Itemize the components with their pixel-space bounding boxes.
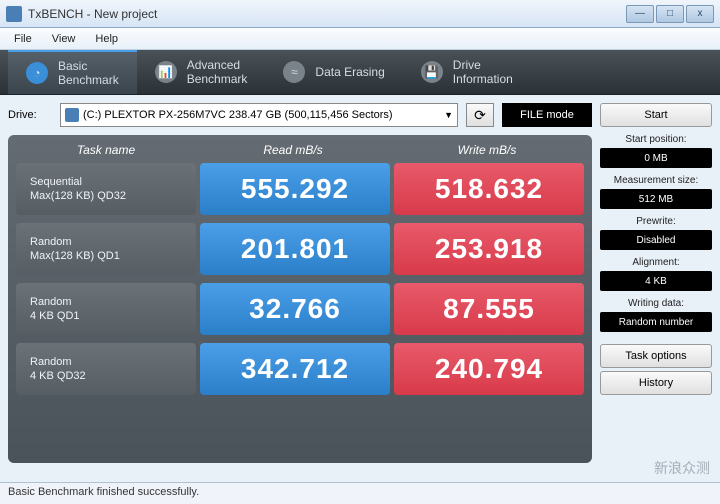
header-read: Read mB/s — [196, 143, 390, 157]
file-mode-button[interactable]: FILE mode — [502, 103, 592, 127]
drive-selector-row: Drive: (C:) PLEXTOR PX-256M7VC 238.47 GB… — [8, 103, 592, 127]
menu-view[interactable]: View — [42, 31, 86, 47]
task-cell-random-4kb-qd1[interactable]: Random4 KB QD1 — [16, 283, 196, 335]
result-row: Random4 KB QD1 32.766 87.555 — [16, 283, 584, 335]
tab-bar: ◔ BasicBenchmark 📊 AdvancedBenchmark ≈ D… — [0, 50, 720, 95]
writing-data-value[interactable]: Random number — [600, 312, 712, 332]
history-button[interactable]: History — [600, 371, 712, 395]
titlebar: TxBENCH - New project — □ x — [0, 0, 720, 28]
header-task: Task name — [16, 143, 196, 157]
result-row: Random4 KB QD32 342.712 240.794 — [16, 343, 584, 395]
read-value: 555.292 — [200, 163, 390, 215]
wave-icon: ≈ — [283, 61, 305, 83]
drive-label: Drive: — [8, 109, 52, 121]
write-value: 87.555 — [394, 283, 584, 335]
alignment-label: Alignment: — [600, 257, 712, 268]
menubar: File View Help — [0, 28, 720, 50]
tab-basic-benchmark[interactable]: ◔ BasicBenchmark — [8, 50, 137, 94]
stopwatch-icon: ◔ — [26, 62, 48, 84]
tab-drive-information[interactable]: 💾 DriveInformation — [403, 50, 531, 94]
start-position-value[interactable]: 0 MB — [600, 148, 712, 168]
content: Drive: (C:) PLEXTOR PX-256M7VC 238.47 GB… — [0, 95, 720, 479]
close-button[interactable]: x — [686, 5, 714, 23]
tab-label: DriveInformation — [453, 58, 513, 87]
tab-advanced-benchmark[interactable]: 📊 AdvancedBenchmark — [137, 50, 266, 94]
task-cell-random-128kb[interactable]: RandomMax(128 KB) QD1 — [16, 223, 196, 275]
start-position-label: Start position: — [600, 134, 712, 145]
prewrite-label: Prewrite: — [600, 216, 712, 227]
refresh-button[interactable]: ⟳ — [466, 103, 494, 127]
measurement-size-value[interactable]: 512 MB — [600, 189, 712, 209]
chart-icon: 📊 — [155, 61, 177, 83]
write-value: 518.632 — [394, 163, 584, 215]
drive-select[interactable]: (C:) PLEXTOR PX-256M7VC 238.47 GB (500,1… — [60, 103, 458, 127]
result-row: SequentialMax(128 KB) QD32 555.292 518.6… — [16, 163, 584, 215]
result-row: RandomMax(128 KB) QD1 201.801 253.918 — [16, 223, 584, 275]
alignment-value[interactable]: 4 KB — [600, 271, 712, 291]
disk-icon — [65, 108, 79, 122]
statusbar: Basic Benchmark finished successfully. — [0, 482, 720, 504]
dropdown-arrow-icon: ▼ — [444, 110, 453, 120]
results-panel: Task name Read mB/s Write mB/s Sequentia… — [8, 135, 592, 463]
write-value: 253.918 — [394, 223, 584, 275]
measurement-size-label: Measurement size: — [600, 175, 712, 186]
read-value: 342.712 — [200, 343, 390, 395]
tab-data-erasing[interactable]: ≈ Data Erasing — [265, 50, 402, 94]
header-write: Write mB/s — [390, 143, 584, 157]
task-cell-random-4kb-qd32[interactable]: Random4 KB QD32 — [16, 343, 196, 395]
write-value: 240.794 — [394, 343, 584, 395]
main-panel: Drive: (C:) PLEXTOR PX-256M7VC 238.47 GB… — [8, 103, 592, 471]
read-value: 32.766 — [200, 283, 390, 335]
menu-help[interactable]: Help — [85, 31, 128, 47]
prewrite-value[interactable]: Disabled — [600, 230, 712, 250]
task-cell-sequential[interactable]: SequentialMax(128 KB) QD32 — [16, 163, 196, 215]
window-title: TxBENCH - New project — [28, 7, 626, 21]
drive-selected-text: (C:) PLEXTOR PX-256M7VC 238.47 GB (500,1… — [83, 109, 393, 121]
task-options-button[interactable]: Task options — [600, 344, 712, 368]
start-button[interactable]: Start — [600, 103, 712, 127]
side-panel: Start Start position: 0 MB Measurement s… — [600, 103, 712, 471]
writing-data-label: Writing data: — [600, 298, 712, 309]
minimize-button[interactable]: — — [626, 5, 654, 23]
app-icon — [6, 6, 22, 22]
maximize-button[interactable]: □ — [656, 5, 684, 23]
drive-icon: 💾 — [421, 61, 443, 83]
refresh-icon: ⟳ — [474, 107, 486, 124]
read-value: 201.801 — [200, 223, 390, 275]
menu-file[interactable]: File — [4, 31, 42, 47]
results-header: Task name Read mB/s Write mB/s — [16, 143, 584, 157]
tab-label: AdvancedBenchmark — [187, 58, 248, 87]
window-buttons: — □ x — [626, 5, 714, 23]
status-text: Basic Benchmark finished successfully. — [8, 486, 199, 498]
tab-label: BasicBenchmark — [58, 59, 119, 88]
tab-label: Data Erasing — [315, 65, 384, 79]
